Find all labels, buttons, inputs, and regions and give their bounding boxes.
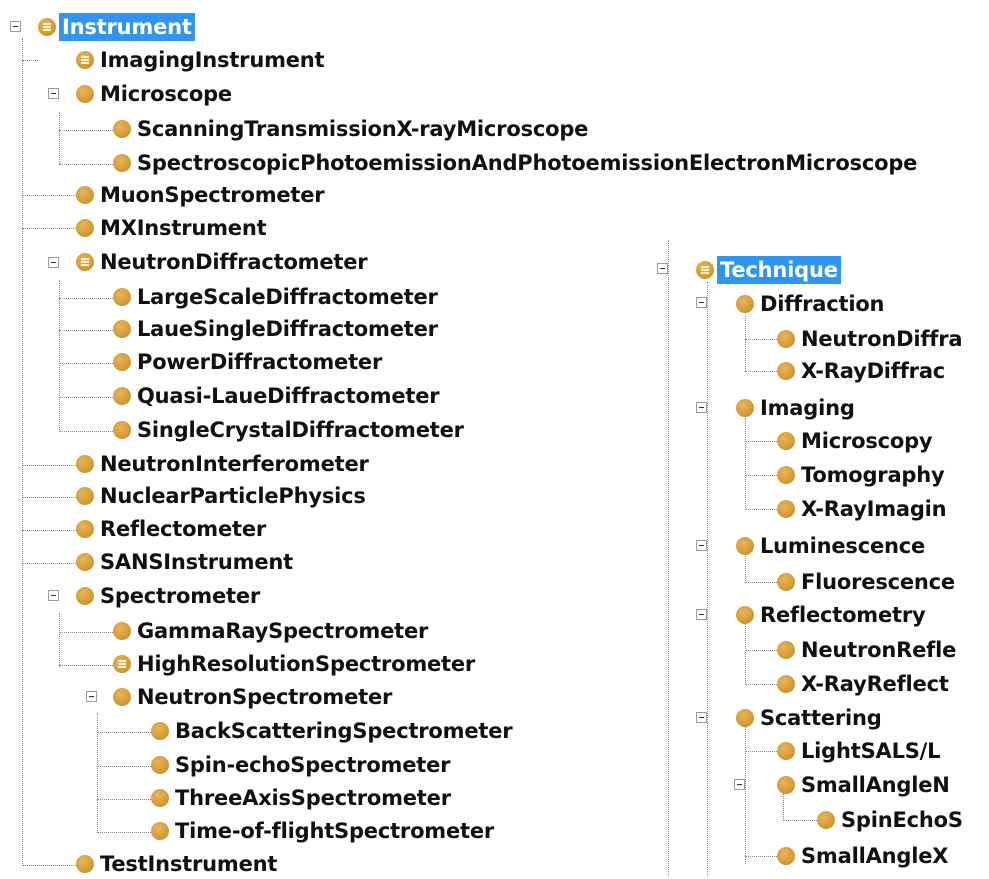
tree-node-spin-echo-s[interactable]: SpinEchoS <box>817 805 966 835</box>
node-label: NeutronDiffra <box>801 327 963 351</box>
tree-node-xray-diffraction[interactable]: X-RayDiffrac <box>777 356 948 386</box>
circle-icon <box>736 295 754 313</box>
circle-icon <box>736 537 754 555</box>
circle-icon <box>777 432 795 450</box>
tree-node-xray-imaging[interactable]: X-RayImagin <box>777 494 949 524</box>
technique-tree: Technique Diffraction NeutronDiffra X-Ra… <box>0 0 989 876</box>
tree-node-tomography[interactable]: Tomography <box>777 460 948 490</box>
collapse-toggle-icon[interactable] <box>696 609 707 620</box>
node-label: X-RayReflect <box>801 672 949 696</box>
circle-icon <box>777 362 795 380</box>
circle-icon <box>736 709 754 727</box>
tree-node-technique[interactable]: Technique <box>696 255 841 285</box>
node-label: Reflectometry <box>760 603 926 627</box>
tree-node-microscopy[interactable]: Microscopy <box>777 426 935 456</box>
tree-node-xray-reflectometry[interactable]: X-RayReflect <box>777 669 952 699</box>
tree-node-neutron-reflectometry[interactable]: NeutronRefle <box>777 635 959 665</box>
collapse-toggle-icon[interactable] <box>657 263 668 274</box>
collapse-toggle-icon[interactable] <box>696 402 707 413</box>
node-label: Diffraction <box>760 292 885 316</box>
node-label: Technique <box>717 256 841 284</box>
node-label: Imaging <box>760 396 855 420</box>
tree-node-reflectometry[interactable]: Reflectometry <box>736 600 929 630</box>
node-label: Scattering <box>760 706 882 730</box>
defined-class-icon <box>696 261 714 279</box>
node-label: SmallAngleX <box>801 844 949 868</box>
tree-node-fluorescence[interactable]: Fluorescence <box>777 567 958 597</box>
node-label: Tomography <box>801 463 945 487</box>
circle-icon <box>817 811 835 829</box>
tree-node-neutron-diffraction[interactable]: NeutronDiffra <box>777 324 965 354</box>
node-label: SmallAngleN <box>801 773 950 797</box>
tree-node-small-angle-x[interactable]: SmallAngleX <box>777 841 951 871</box>
tree-node-luminescence[interactable]: Luminescence <box>736 531 928 561</box>
circle-icon <box>777 847 795 865</box>
circle-icon <box>736 399 754 417</box>
circle-icon <box>777 330 795 348</box>
circle-icon <box>777 742 795 760</box>
tree-node-light-sals[interactable]: LightSALS/L <box>777 736 943 766</box>
circle-icon <box>777 500 795 518</box>
node-label: SpinEchoS <box>841 808 963 832</box>
tree-node-imaging[interactable]: Imaging <box>736 393 858 423</box>
tree-node-small-angle-n[interactable]: SmallAngleN <box>777 770 953 800</box>
circle-icon <box>777 573 795 591</box>
tree-node-scattering[interactable]: Scattering <box>736 703 885 733</box>
node-label: X-RayDiffrac <box>801 359 946 383</box>
collapse-toggle-icon[interactable] <box>734 779 745 790</box>
tree-node-diffraction[interactable]: Diffraction <box>736 289 887 319</box>
node-label: Microscopy <box>801 429 933 453</box>
node-label: LightSALS/L <box>801 739 941 763</box>
node-label: X-RayImagin <box>801 497 947 521</box>
circle-icon <box>777 466 795 484</box>
circle-icon <box>777 641 795 659</box>
node-label: Fluorescence <box>801 570 955 594</box>
circle-icon <box>736 606 754 624</box>
circle-icon <box>777 675 795 693</box>
collapse-toggle-icon[interactable] <box>696 540 707 551</box>
node-label: Luminescence <box>760 534 926 558</box>
collapse-toggle-icon[interactable] <box>696 297 707 308</box>
circle-icon <box>777 776 795 794</box>
collapse-toggle-icon[interactable] <box>696 712 707 723</box>
node-label: NeutronRefle <box>801 638 957 662</box>
